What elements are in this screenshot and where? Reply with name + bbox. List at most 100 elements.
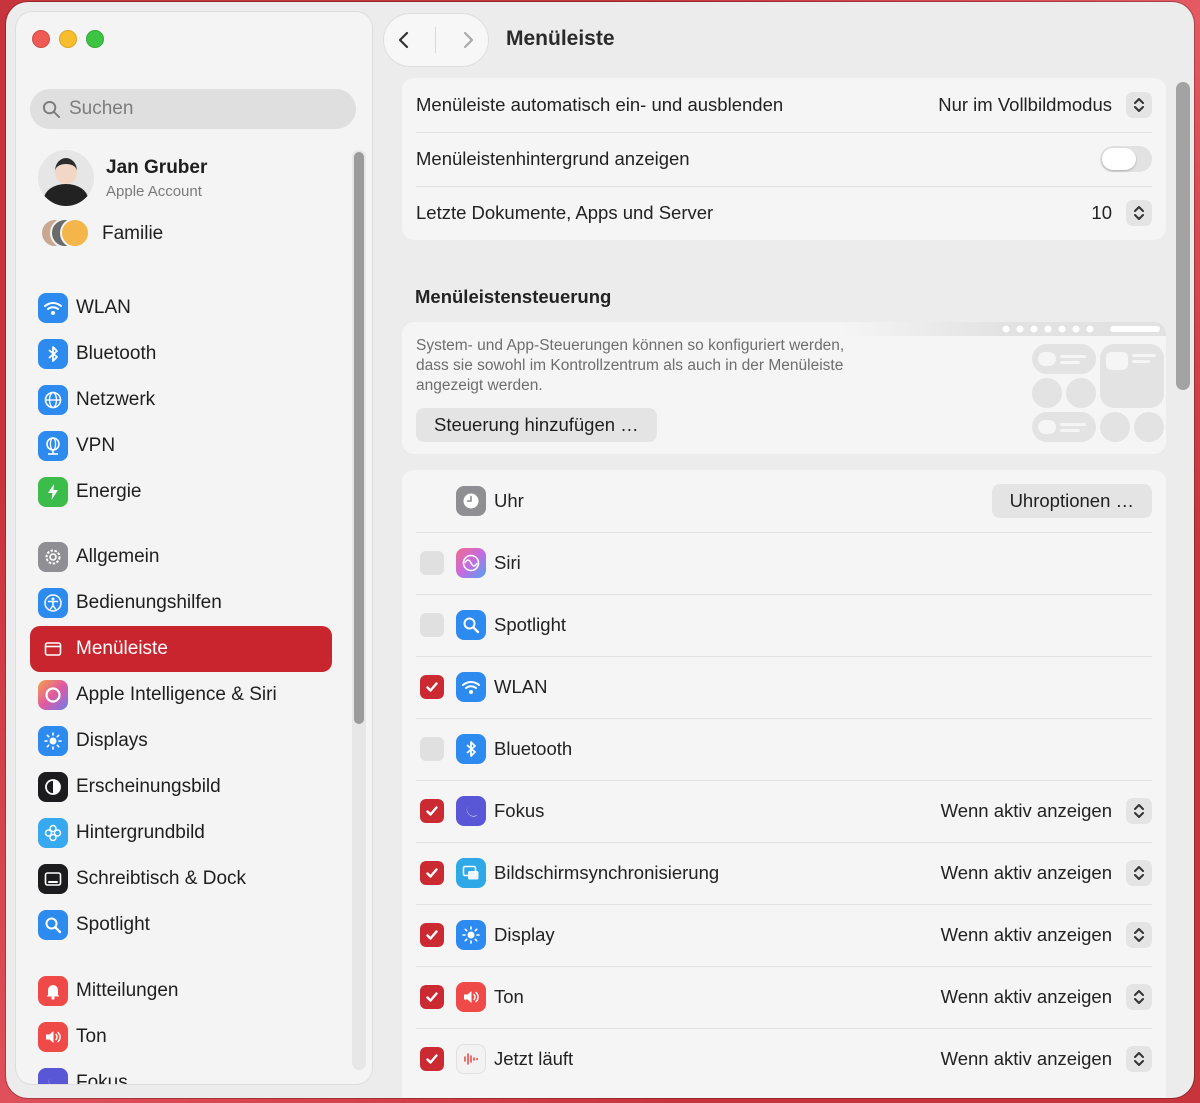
sidebar-item-apple-intelligence-siri[interactable]: Apple Intelligence & Siri [30,672,332,718]
sidebar-item-spotlight[interactable]: Spotlight [30,902,332,948]
close-button[interactable] [32,30,50,48]
account-subtitle: Apple Account [106,182,202,200]
control-checkbox[interactable] [420,985,444,1009]
sidebar-item-ton[interactable]: Ton [30,1014,332,1060]
chevron-updown-icon [1126,92,1152,118]
search-placeholder: Suchen [69,98,134,119]
recent-stepper[interactable]: 10 [1091,200,1152,226]
control-checkbox[interactable] [420,737,444,761]
sidebar-item-label: Netzwerk [76,389,156,410]
sidebar-item-bluetooth[interactable]: Bluetooth [30,331,332,377]
chevron-updown-icon [1126,798,1152,824]
sidebar-item-label: Ton [76,1026,107,1047]
control-label: Uhr [494,490,524,511]
control-checkbox[interactable] [420,675,444,699]
speaker-icon [456,982,486,1012]
visibility-select[interactable]: Wenn aktiv anzeigen [941,860,1152,886]
family-item[interactable]: Familie [40,218,163,250]
clock-options-button[interactable]: Uhroptionen … [991,484,1152,518]
main-scrollbar-thumb[interactable] [1176,82,1190,390]
visibility-value: Wenn aktiv anzeigen [940,986,1112,1007]
sidebar-item-label: Fokus [76,1072,128,1084]
forward-chevron-icon[interactable] [459,31,477,49]
window-controls [32,30,104,48]
sidebar-item-label: Allgemein [76,546,160,567]
sidebar-item-label: WLAN [76,297,131,318]
sidebar-item-netzwerk[interactable]: Netzwerk [30,377,332,423]
control-checkbox[interactable] [420,799,444,823]
sidebar-item-label: Hintergrundbild [76,822,205,843]
control-row-bluetooth: Bluetooth [416,718,1152,780]
appearance-icon [38,772,68,802]
sidebar-item-label: Energie [76,481,142,502]
sidebar-scrollbar-thumb[interactable] [354,152,364,724]
sidebar-item-bedienungshilfen[interactable]: Bedienungshilfen [30,580,332,626]
sidebar-item-label: Apple Intelligence & Siri [76,684,277,705]
background-label: Menüleistenhintergrund anzeigen [416,148,690,169]
background-row: Menüleistenhintergrund anzeigen [416,144,1152,174]
control-checkbox[interactable] [420,1047,444,1071]
screen-mirroring-icon [456,858,486,888]
control-label: Bildschirmsynchronisierung [494,862,720,883]
visibility-select[interactable]: Wenn aktiv anzeigen [941,922,1152,948]
control-label: WLAN [494,676,548,697]
control-checkbox[interactable] [420,613,444,637]
back-chevron-icon[interactable] [395,31,413,49]
sidebar-item-vpn[interactable]: VPN [30,423,332,469]
sidebar-item-label: Erscheinungsbild [76,776,221,797]
visibility-select[interactable]: Wenn aktiv anzeigen [941,1046,1152,1072]
zoom-button[interactable] [86,30,104,48]
add-control-button[interactable]: Steuerung hinzufügen … [416,408,657,442]
visibility-select[interactable]: Wenn aktiv anzeigen [941,984,1152,1010]
sidebar-item-displays[interactable]: Displays [30,718,332,764]
control-row-siri: Siri [416,532,1152,594]
apple-account[interactable]: Jan Gruber Apple Account [38,150,207,206]
siri-icon [456,548,486,578]
background-toggle[interactable] [1100,146,1152,172]
control-label: Fokus [494,800,545,821]
control-checkbox[interactable] [420,861,444,885]
control-checkbox[interactable] [420,551,444,575]
control-label: Spotlight [494,614,566,635]
sidebar-item-schreibtisch-dock[interactable]: Schreibtisch & Dock [30,856,332,902]
sidebar: Suchen Jan Gruber Apple Account Familie … [16,12,372,1084]
sidebar-item-allgemein[interactable]: Allgemein [30,534,332,580]
sun-icon [38,726,68,756]
sidebar-item-menüleiste[interactable]: Menüleiste [30,626,332,672]
autohide-select[interactable]: Nur im Vollbildmodus [938,92,1152,118]
control-checkbox[interactable] [420,923,444,947]
bluetooth-icon [456,734,486,764]
sidebar-item-label: Menüleiste [76,638,168,659]
sidebar-item-energie[interactable]: Energie [30,469,332,515]
sidebar-item-wlan[interactable]: WLAN [30,285,332,331]
visibility-select[interactable]: Wenn aktiv anzeigen [941,798,1152,824]
sidebar-item-erscheinungsbild[interactable]: Erscheinungsbild [30,764,332,810]
chevron-updown-icon [1126,200,1152,226]
speaker-icon [38,1022,68,1052]
control-center-illustration-icon [842,322,1166,442]
autohide-value: Nur im Vollbildmodus [938,94,1112,115]
sidebar-item-fokus[interactable]: Fokus [30,1060,332,1084]
control-row-bildschirmsynchronisierung: Bildschirmsynchronisierung Wenn aktiv anz… [416,842,1152,904]
control-label: Display [494,924,555,945]
sidebar-item-label: VPN [76,435,116,456]
visibility-value: Wenn aktiv anzeigen [940,924,1112,945]
vpn-globe-icon [38,431,68,461]
chevron-updown-icon [1126,1046,1152,1072]
sidebar-item-mitteilungen[interactable]: Mitteilungen [30,968,332,1014]
visibility-value: Wenn aktiv anzeigen [940,1048,1112,1069]
gear-icon [38,542,68,572]
magnifier-icon [456,610,486,640]
control-label: Ton [494,986,524,1007]
minimize-button[interactable] [59,30,77,48]
sidebar-item-hintergrundbild[interactable]: Hintergrundbild [30,810,332,856]
avatar [38,150,94,206]
account-name: Jan Gruber [106,156,208,178]
sidebar-item-label: Bedienungshilfen [76,592,222,613]
sidebar-item-label: Bluetooth [76,343,157,364]
settings-window: Suchen Jan Gruber Apple Account Familie … [6,2,1194,1098]
control-row-uhr: Uhr Uhroptionen … [416,470,1152,532]
magnifier-icon [38,910,68,940]
autohide-label: Menüleiste automatisch ein- und ausblend… [416,94,784,115]
search-input[interactable]: Suchen [30,89,356,129]
